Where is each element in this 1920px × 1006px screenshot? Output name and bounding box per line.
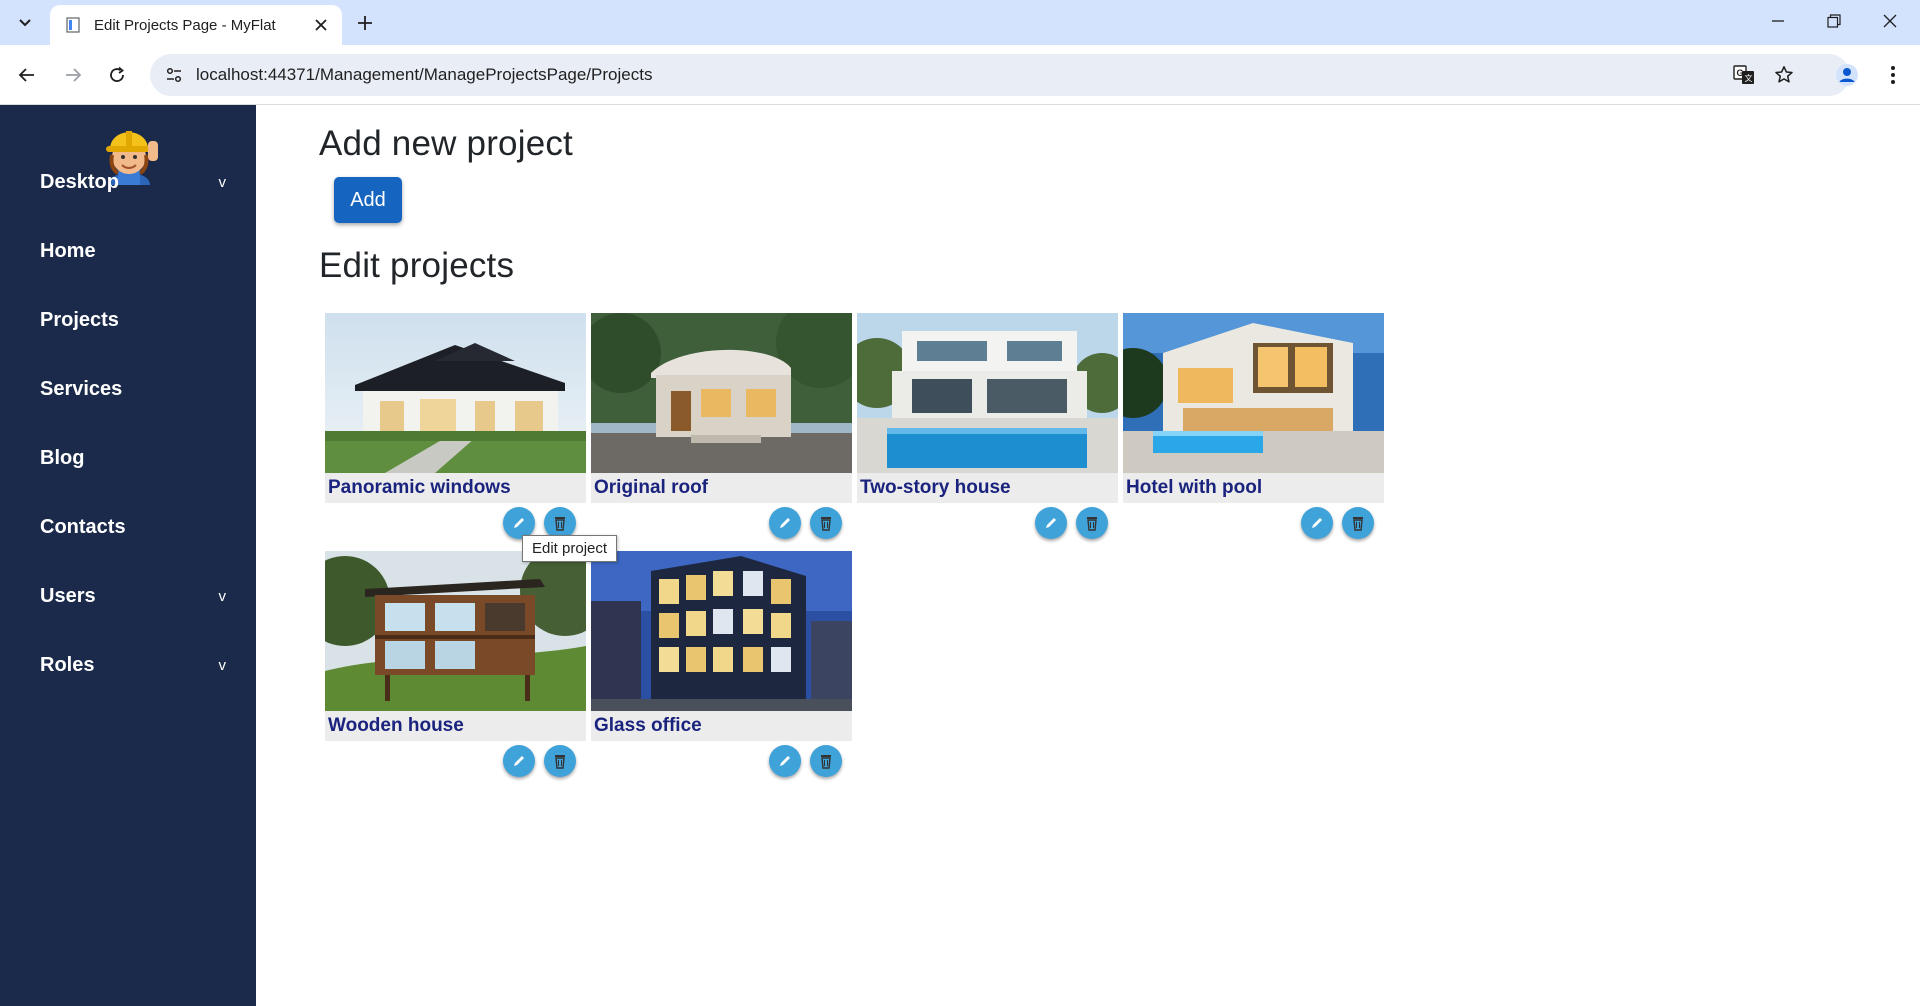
edit-project-tooltip: Edit project (522, 535, 618, 562)
edit-project-button[interactable] (1035, 507, 1067, 539)
project-image (591, 551, 852, 711)
project-title: Panoramic windows (325, 473, 586, 503)
sidebar-item-desktop[interactable]: Desktop v (0, 157, 256, 207)
sidebar-item-label: Blog (40, 446, 85, 469)
trash-icon (555, 755, 565, 769)
pencil-icon (1046, 518, 1056, 528)
project-image (1123, 313, 1384, 473)
pencil-icon (1312, 518, 1322, 528)
project-actions (591, 507, 852, 541)
edit-project-button[interactable] (503, 745, 535, 777)
sidebar: Desktop v Home Projects Services Blog Co… (0, 105, 256, 1006)
pencil-icon (780, 518, 790, 528)
minimize-icon[interactable] (1750, 0, 1806, 42)
trash-icon (821, 517, 831, 531)
browser-menu-icon[interactable] (1878, 60, 1908, 90)
chevron-down-icon (19, 19, 31, 27)
svg-text:文: 文 (1745, 73, 1753, 83)
sidebar-item-label: Contacts (40, 515, 126, 538)
edit-project-button[interactable] (769, 745, 801, 777)
project-card: Glass office (591, 551, 852, 777)
close-window-icon[interactable] (1862, 0, 1918, 42)
delete-project-button[interactable] (810, 507, 842, 539)
sidebar-item-services[interactable]: Services (0, 364, 256, 414)
sidebar-item-label: Roles (40, 653, 95, 676)
main-content: Add new project Add Edit projects Panora… (256, 105, 1920, 1006)
project-image (857, 313, 1118, 473)
expand-caret-icon: v (218, 656, 227, 674)
sidebar-item-projects[interactable]: Projects (0, 295, 256, 345)
project-card: Hotel with pool (1123, 313, 1384, 539)
restore-window-icon[interactable] (1806, 0, 1862, 42)
project-title: Wooden house (325, 711, 586, 741)
profile-avatar-icon[interactable] (1832, 60, 1862, 90)
page-favicon-icon (64, 16, 82, 34)
project-actions (1123, 507, 1384, 541)
browser-tab-active[interactable]: Edit Projects Page - MyFlat (50, 5, 342, 45)
browser-tab-strip: Edit Projects Page - MyFlat (0, 0, 1920, 45)
trash-icon (1087, 517, 1097, 531)
close-tab-icon[interactable] (310, 14, 332, 36)
project-actions (857, 507, 1118, 541)
project-title: Hotel with pool (1123, 473, 1384, 503)
delete-project-button[interactable] (544, 745, 576, 777)
project-image (325, 313, 586, 473)
sidebar-item-users[interactable]: Users v (0, 571, 256, 621)
add-project-heading: Add new project (319, 124, 573, 163)
sidebar-item-label: Users (40, 584, 96, 607)
forward-arrow-icon[interactable] (58, 60, 88, 90)
expand-caret-icon: v (218, 173, 227, 191)
new-tab-icon[interactable] (352, 10, 378, 36)
translate-icon[interactable]: G文 (1732, 63, 1756, 87)
project-title: Two-story house (857, 473, 1118, 503)
project-card: Panoramic windows (325, 313, 586, 539)
url-text[interactable]: localhost:44371/Management/ManageProject… (196, 65, 652, 85)
add-project-button[interactable]: Add (334, 177, 402, 223)
project-card: Original roof (591, 313, 852, 539)
pencil-icon (514, 518, 524, 528)
edit-project-button[interactable] (769, 507, 801, 539)
project-card: Two-story house (857, 313, 1118, 539)
project-title: Original roof (591, 473, 852, 503)
sidebar-item-contacts[interactable]: Contacts (0, 502, 256, 552)
project-actions (325, 745, 586, 779)
address-bar[interactable]: localhost:44371/Management/ManageProject… (150, 54, 1850, 96)
sidebar-item-label: Projects (40, 308, 119, 331)
pencil-icon (780, 756, 790, 766)
project-image (591, 313, 852, 473)
delete-project-button[interactable] (810, 745, 842, 777)
trash-icon (821, 755, 831, 769)
reload-icon[interactable] (102, 60, 132, 90)
site-info-icon[interactable] (162, 63, 186, 87)
edit-projects-heading: Edit projects (319, 246, 515, 285)
sidebar-item-home[interactable]: Home (0, 226, 256, 276)
tab-title: Edit Projects Page - MyFlat (94, 16, 276, 34)
trash-icon (555, 517, 565, 531)
sidebar-item-label: Home (40, 239, 96, 262)
project-card: Wooden house (325, 551, 586, 777)
expand-caret-icon: v (218, 587, 227, 605)
pencil-icon (514, 756, 524, 766)
delete-project-button[interactable] (1342, 507, 1374, 539)
sidebar-item-roles[interactable]: Roles v (0, 640, 256, 690)
project-image (325, 551, 586, 711)
delete-project-button[interactable] (1076, 507, 1108, 539)
sidebar-item-blog[interactable]: Blog (0, 433, 256, 483)
sidebar-item-label: Desktop (40, 170, 119, 193)
back-arrow-icon[interactable] (12, 60, 42, 90)
project-title: Glass office (591, 711, 852, 741)
edit-project-button[interactable] (1301, 507, 1333, 539)
sidebar-item-label: Services (40, 377, 123, 400)
bookmark-star-icon[interactable] (1772, 63, 1796, 87)
project-actions (591, 745, 852, 779)
trash-icon (1353, 517, 1363, 531)
browser-toolbar: localhost:44371/Management/ManageProject… (0, 45, 1920, 105)
tab-search-button[interactable] (12, 9, 38, 35)
